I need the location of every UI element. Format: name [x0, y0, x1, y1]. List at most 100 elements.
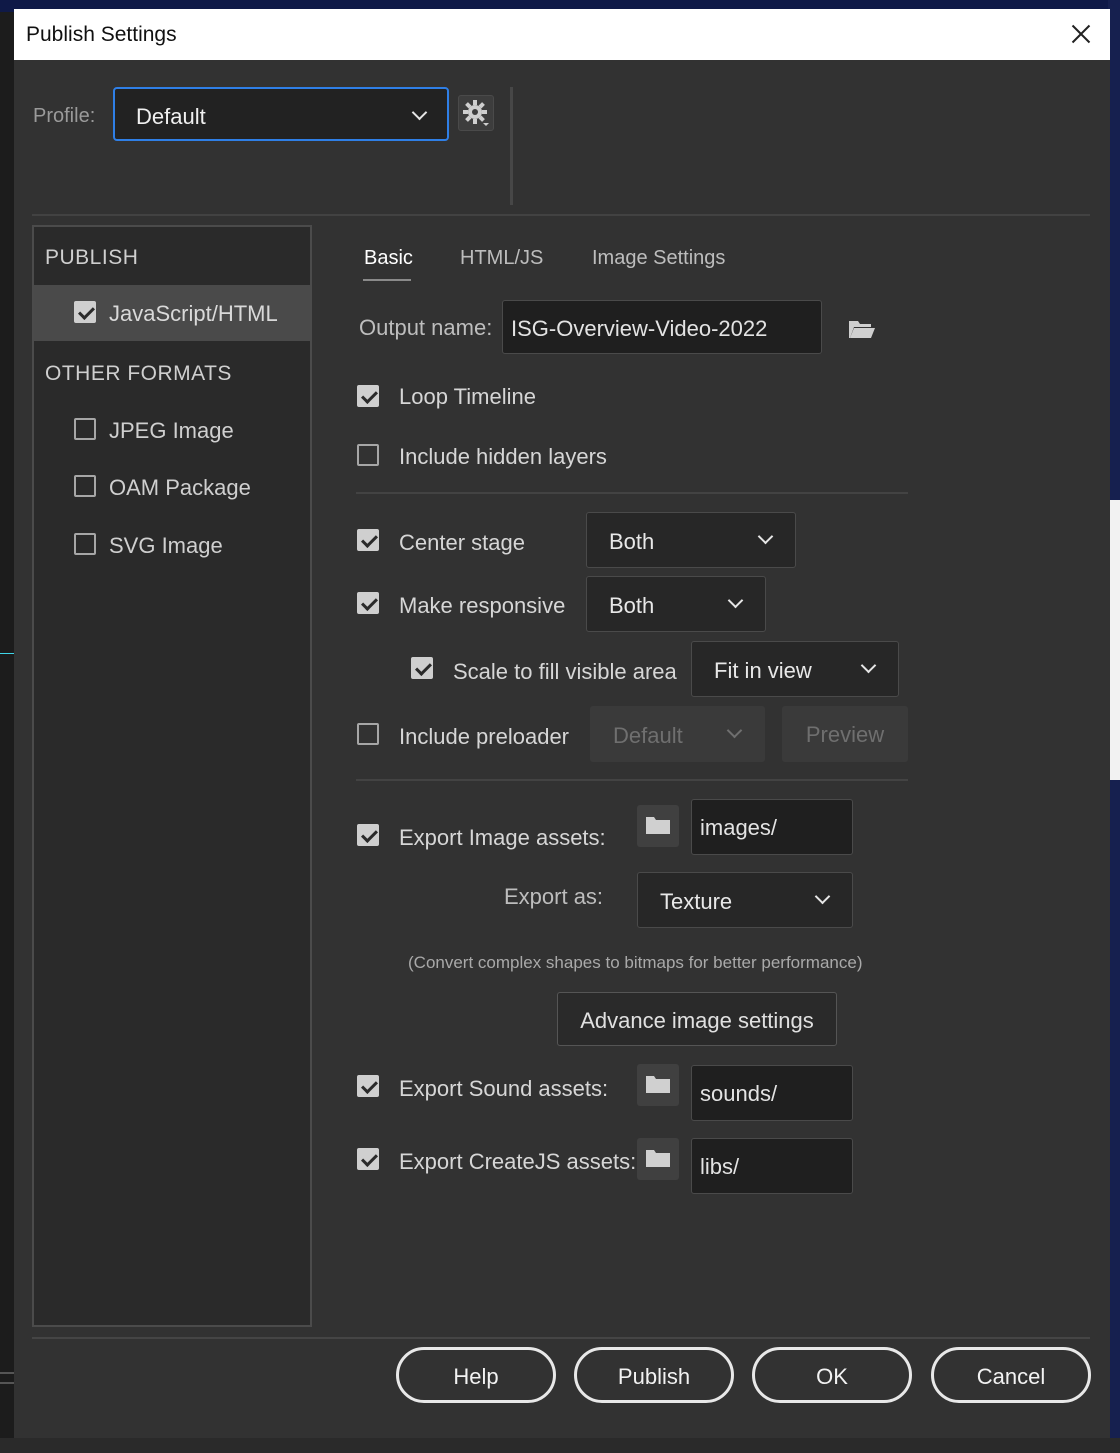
other-formats-header: OTHER FORMATS	[45, 362, 232, 385]
format-sidebar: PUBLISH JavaScript/HTML OTHER FORMATS JP…	[32, 225, 312, 1327]
close-icon[interactable]	[1068, 21, 1094, 47]
make-responsive-checkbox[interactable]	[357, 592, 379, 614]
export-sound-assets-checkbox[interactable]	[357, 1075, 379, 1097]
output-name-label: Output name:	[359, 315, 493, 340]
sound-assets-folder-field[interactable]: sounds/	[691, 1065, 853, 1121]
profile-select[interactable]: Default	[113, 87, 449, 141]
createjs-assets-folder-field[interactable]: libs/	[691, 1138, 853, 1194]
jpeg-image-checkbox[interactable]	[74, 418, 96, 440]
image-assets-folder-button[interactable]	[637, 805, 679, 847]
folder-open-icon[interactable]	[848, 318, 876, 340]
profile-value: Default	[136, 104, 206, 129]
output-name-value: ISG-Overview-Video-2022	[511, 316, 768, 341]
title-bar: Publish Settings	[14, 9, 1110, 60]
javascript-html-checkbox[interactable]	[74, 301, 96, 323]
createjs-assets-folder-value: libs/	[700, 1154, 740, 1179]
ok-label: OK	[816, 1364, 848, 1389]
export-createjs-assets-label: Export CreateJS assets:	[399, 1149, 637, 1174]
include-preloader-label: Include preloader	[399, 724, 570, 749]
createjs-assets-folder-button[interactable]	[637, 1138, 679, 1180]
help-button[interactable]: Help	[396, 1347, 556, 1403]
make-responsive-value: Both	[609, 593, 655, 618]
scale-to-fill-value: Fit in view	[714, 658, 812, 683]
export-image-assets-label: Export Image assets:	[399, 825, 606, 850]
center-stage-checkbox[interactable]	[357, 529, 379, 551]
sidebar-item-label: JPEG Image	[109, 418, 234, 443]
oam-package-checkbox[interactable]	[74, 475, 96, 497]
folder-icon	[646, 817, 670, 834]
sidebar-item-svg-image[interactable]: SVG Image	[34, 517, 310, 573]
center-stage-label: Center stage	[399, 530, 525, 555]
export-sound-assets-label: Export Sound assets:	[399, 1076, 609, 1101]
sidebar-item-label: OAM Package	[109, 475, 251, 500]
help-label: Help	[453, 1364, 499, 1389]
make-responsive-label: Make responsive	[399, 593, 566, 618]
advance-image-settings-button[interactable]: Advance image settings	[557, 992, 837, 1046]
section-divider	[356, 492, 908, 494]
chevron-down-icon	[727, 592, 744, 609]
export-as-value: Texture	[660, 889, 733, 914]
publish-settings-dialog: Publish Settings Profile: Default PUBLIS…	[14, 9, 1110, 1438]
scale-to-fill-select[interactable]: Fit in view	[691, 641, 899, 697]
ok-button[interactable]: OK	[752, 1347, 912, 1403]
footer-divider	[32, 1337, 1090, 1339]
chevron-down-icon	[757, 528, 774, 545]
profile-options-button[interactable]	[458, 95, 494, 131]
publish-header: PUBLISH	[45, 246, 139, 269]
header-divider	[510, 87, 513, 205]
image-assets-folder-value: images/	[700, 815, 778, 840]
background-guide-line	[0, 653, 14, 654]
cancel-button[interactable]: Cancel	[931, 1347, 1091, 1403]
include-preloader-checkbox[interactable]	[357, 723, 379, 745]
chevron-down-icon	[814, 888, 831, 905]
sidebar-item-oam-package[interactable]: OAM Package	[34, 459, 310, 515]
cancel-label: Cancel	[976, 1364, 1046, 1389]
sound-assets-folder-value: sounds/	[700, 1081, 778, 1106]
advance-image-settings-label: Advance image settings	[580, 1008, 814, 1033]
sidebar-item-javascript-html[interactable]: JavaScript/HTML	[34, 285, 310, 341]
background-panel-edge	[0, 1372, 14, 1384]
sidebar-item-label: SVG Image	[109, 533, 223, 558]
preloader-value: Default	[613, 723, 683, 748]
profile-label: Profile:	[33, 105, 96, 127]
export-note: (Convert complex shapes to bitmaps for b…	[408, 953, 863, 972]
export-image-assets-checkbox[interactable]	[357, 824, 379, 846]
make-responsive-select[interactable]: Both	[586, 576, 766, 632]
sidebar-item-jpeg-image[interactable]: JPEG Image	[34, 402, 310, 458]
sound-assets-folder-button[interactable]	[637, 1064, 679, 1106]
include-hidden-layers-checkbox[interactable]	[357, 444, 379, 466]
loop-timeline-checkbox[interactable]	[357, 385, 379, 407]
export-as-select[interactable]: Texture	[637, 872, 853, 928]
scale-to-fill-checkbox[interactable]	[411, 657, 433, 679]
gear-icon	[463, 100, 489, 126]
publish-button[interactable]: Publish	[574, 1347, 734, 1403]
background-app-canvas-edge	[1110, 500, 1120, 780]
image-assets-folder-field[interactable]: images/	[691, 799, 853, 855]
folder-icon	[646, 1150, 670, 1167]
folder-icon	[646, 1076, 670, 1093]
tab-image-settings[interactable]: Image Settings	[592, 247, 725, 270]
svg-image-checkbox[interactable]	[74, 533, 96, 555]
center-stage-select[interactable]: Both	[586, 512, 796, 568]
sidebar-item-label: JavaScript/HTML	[109, 301, 278, 326]
chevron-down-icon	[411, 104, 428, 121]
scale-to-fill-label: Scale to fill visible area	[453, 659, 677, 684]
preview-button: Preview	[782, 706, 908, 762]
chevron-down-icon	[726, 722, 743, 739]
output-name-field[interactable]: ISG-Overview-Video-2022	[502, 300, 822, 354]
top-divider	[32, 214, 1090, 216]
chevron-down-icon	[860, 657, 877, 674]
tab-html-js[interactable]: HTML/JS	[460, 247, 543, 270]
loop-timeline-label: Loop Timeline	[399, 384, 536, 409]
tab-basic[interactable]: Basic	[364, 247, 413, 270]
background-app-bottom	[0, 1438, 1120, 1453]
preview-label: Preview	[805, 722, 885, 747]
export-createjs-assets-checkbox[interactable]	[357, 1148, 379, 1170]
preloader-select: Default	[590, 706, 765, 762]
export-as-label: Export as:	[504, 884, 604, 909]
include-hidden-layers-label: Include hidden layers	[399, 444, 607, 469]
section-divider	[356, 779, 908, 781]
active-tab-indicator	[363, 279, 411, 281]
center-stage-value: Both	[609, 529, 655, 554]
window-title: Publish Settings	[26, 23, 177, 46]
